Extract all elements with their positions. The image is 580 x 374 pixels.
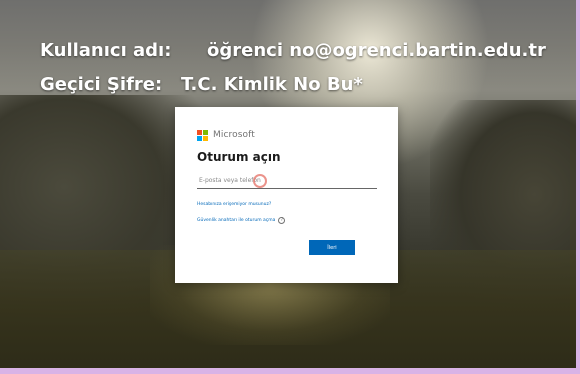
password-label: Geçici Şifre: (40, 74, 163, 95)
security-key-signin-link[interactable]: Güvenlik anahtarı ile oturum açma ? (197, 217, 376, 224)
brand-name: Microsoft (213, 130, 255, 140)
username-instruction: Kullanıcı adı: öğrenci no@ogrenci.bartin.… (40, 40, 546, 61)
password-value: T.C. Kimlik No Bu* (181, 74, 363, 95)
signin-card: Microsoft Oturum açın Hesabınıza erişemi… (175, 107, 398, 283)
cursor-highlight (253, 174, 267, 188)
frame-border-right (576, 0, 580, 374)
username-label: Kullanıcı adı: (40, 40, 172, 61)
email-field-wrapper (197, 172, 379, 189)
username-value: öğrenci no@ogrenci.bartin.edu.tr (207, 40, 546, 61)
email-input[interactable] (197, 172, 379, 188)
next-button[interactable]: İleri (309, 240, 355, 255)
microsoft-logo-icon (197, 129, 208, 141)
frame-border-bottom (0, 368, 580, 374)
password-instruction: Geçici Şifre: T.C. Kimlik No Bu* (40, 74, 363, 95)
signin-title: Oturum açın (197, 150, 281, 164)
cant-access-account-link[interactable]: Hesabınıza erişemiyor musunuz? (197, 202, 376, 207)
screen: Kullanıcı adı: öğrenci no@ogrenci.bartin.… (0, 0, 580, 374)
help-circle-icon[interactable]: ? (278, 217, 286, 224)
security-key-link-label: Güvenlik anahtarı ile oturum açma (197, 218, 276, 223)
microsoft-logo: Microsoft (197, 129, 376, 141)
